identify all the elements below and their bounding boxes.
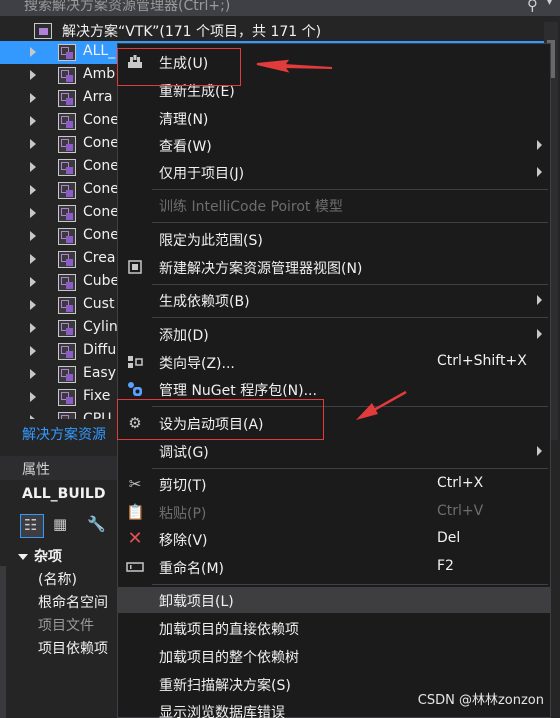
watermark: CSDN @林林zonzon (417, 693, 544, 708)
annotation-arrows (256, 59, 407, 420)
annotation-arrow-build (256, 59, 333, 73)
annotation-arrow-startup-shaft (373, 390, 407, 412)
annotation-arrow-startup-head (356, 403, 378, 420)
